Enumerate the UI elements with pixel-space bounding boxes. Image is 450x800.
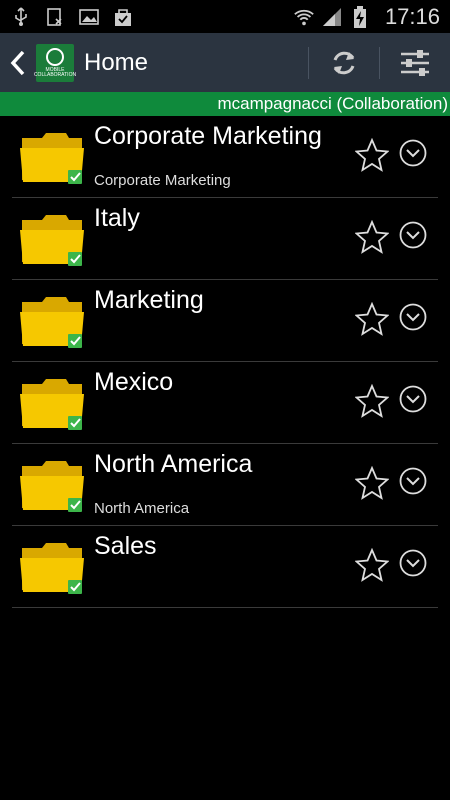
refresh-icon bbox=[333, 51, 355, 74]
clock: 17:16 bbox=[384, 3, 440, 29]
star-icon[interactable] bbox=[355, 138, 389, 172]
folder-list: Corporate Marketing Corporate Marketing … bbox=[12, 116, 438, 608]
app-logo[interactable]: MOBILE COLLABORATION bbox=[34, 43, 76, 82]
list-item[interactable]: Marketing bbox=[12, 280, 438, 362]
list-item[interactable]: Mexico bbox=[12, 362, 438, 444]
list-item[interactable]: North America North America bbox=[12, 444, 438, 526]
star-icon[interactable] bbox=[355, 384, 389, 418]
chevron-down-icon[interactable] bbox=[398, 302, 428, 332]
chevron-down-icon[interactable] bbox=[398, 466, 428, 496]
chevron-down-icon[interactable] bbox=[398, 220, 428, 250]
chevron-down-icon[interactable] bbox=[398, 138, 428, 168]
chevron-left-icon bbox=[10, 50, 25, 75]
folder-subtitle: North America bbox=[94, 500, 190, 517]
list-item[interactable]: Corporate Marketing Corporate Marketing bbox=[12, 116, 438, 198]
folder-name: Corporate Marketing bbox=[94, 122, 322, 150]
refresh-button[interactable] bbox=[309, 33, 379, 92]
folder-icon bbox=[20, 297, 84, 348]
battery-charging-icon bbox=[349, 5, 371, 28]
star-icon[interactable] bbox=[355, 548, 389, 582]
folder-name: North America bbox=[94, 450, 253, 478]
folder-subtitle: Corporate Marketing bbox=[94, 172, 231, 189]
sim-icon bbox=[44, 6, 66, 28]
list-item[interactable]: Italy bbox=[12, 198, 438, 280]
star-icon[interactable] bbox=[355, 466, 389, 500]
folder-name: Mexico bbox=[94, 368, 174, 396]
sliders-icon bbox=[401, 49, 429, 76]
user-banner: mcampagnacci (Collaboration) bbox=[0, 92, 450, 116]
folder-icon bbox=[20, 215, 84, 266]
folder-name: Sales bbox=[94, 532, 157, 560]
settings-button[interactable] bbox=[380, 33, 450, 92]
signal-icon bbox=[321, 6, 343, 28]
folder-icon bbox=[20, 543, 84, 594]
page-title: Home bbox=[84, 48, 149, 76]
user-label: mcampagnacci (Collaboration) bbox=[217, 94, 448, 113]
folder-name: Italy bbox=[94, 204, 140, 232]
wifi-icon bbox=[293, 6, 315, 28]
usb-icon bbox=[10, 6, 32, 28]
back-button[interactable] bbox=[6, 33, 30, 92]
folder-icon bbox=[20, 461, 84, 512]
bag-icon bbox=[112, 6, 134, 28]
image-icon bbox=[78, 6, 100, 28]
folder-icon bbox=[20, 379, 84, 430]
star-icon[interactable] bbox=[355, 220, 389, 254]
list-item[interactable]: Sales bbox=[12, 526, 438, 608]
chevron-down-icon[interactable] bbox=[398, 384, 428, 414]
status-bar: 17:16 bbox=[0, 0, 450, 33]
chevron-down-icon[interactable] bbox=[398, 548, 428, 578]
folder-icon bbox=[20, 133, 84, 184]
star-icon[interactable] bbox=[355, 302, 389, 336]
action-bar: MOBILE COLLABORATION Home bbox=[0, 33, 450, 92]
folder-name: Marketing bbox=[94, 286, 204, 314]
